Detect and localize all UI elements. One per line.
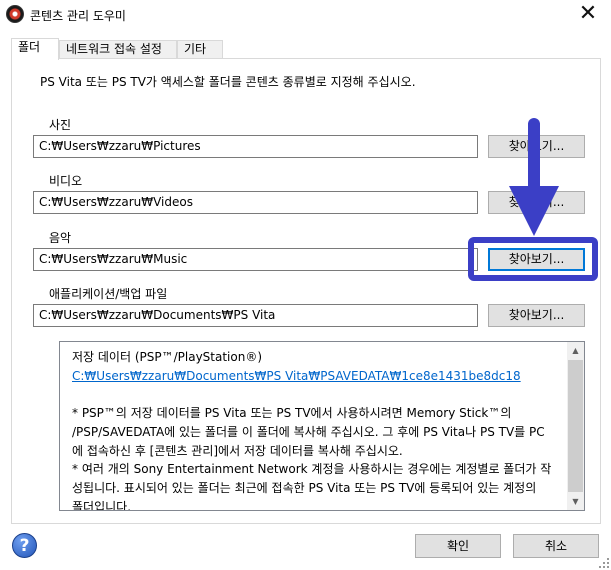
save-data-info-box[interactable]: 저장 데이터 (PSP™/PlayStation®) C:₩Users₩zzar…: [59, 341, 585, 511]
close-icon[interactable]: ✕: [565, 0, 611, 30]
info-para2-line1: * 여러 개의 Sony Entertainment Network 계정을 사…: [72, 462, 552, 477]
tab-folder[interactable]: 폴더: [11, 38, 59, 60]
ok-button[interactable]: 확인: [415, 534, 501, 558]
window-title: 콘텐츠 관리 도우미: [30, 9, 126, 23]
cancel-button[interactable]: 취소: [513, 534, 599, 558]
info-para1-line3: 에 접속하신 후 [콘텐츠 관리]에서 저장 데이터를 복사해 주십시오.: [72, 443, 403, 458]
info-para1-line1: * PSP™의 저장 데이터를 PS Vita 또는 PS TV에서 사용하시려…: [72, 406, 512, 421]
app-icon: [6, 5, 24, 23]
scroll-up-icon[interactable]: ▲: [567, 342, 584, 359]
annotation-highlight-box: [468, 237, 598, 281]
applications-label: 애플리케이션/백업 파일: [49, 287, 168, 301]
scroll-down-icon[interactable]: ▼: [567, 493, 584, 510]
info-content: 저장 데이터 (PSP™/PlayStation®) C:₩Users₩zzar…: [72, 348, 564, 511]
pictures-label: 사진: [49, 118, 72, 132]
info-para2-line3: 폴더입니다.: [72, 499, 132, 511]
title-bar: 콘텐츠 관리 도우미 ✕: [0, 0, 611, 30]
info-scrollbar[interactable]: ▲ ▼: [567, 342, 584, 510]
videos-path-field[interactable]: C:₩Users₩zzaru₩Videos: [33, 191, 478, 214]
videos-label: 비디오: [49, 174, 83, 188]
music-path-field[interactable]: C:₩Users₩zzaru₩Music: [33, 248, 478, 271]
arrow-down-icon: [509, 118, 559, 236]
pictures-path-field[interactable]: C:₩Users₩zzaru₩Pictures: [33, 135, 478, 158]
scroll-thumb[interactable]: [568, 360, 583, 492]
music-label: 음악: [49, 231, 72, 245]
help-icon[interactable]: ?: [12, 533, 37, 558]
info-para2-line2: 성됩니다. 표시되어 있는 폴더는 최근에 접속한 PS Vita 또는 PS …: [72, 480, 537, 495]
resize-grip-icon[interactable]: [599, 558, 609, 568]
info-para1-line2: /PSP/SAVEDATA에 있는 폴더를 이 폴더에 복사해 주십시오. 그 …: [72, 424, 545, 439]
info-heading: 저장 데이터 (PSP™/PlayStation®): [72, 350, 263, 364]
save-data-path-link[interactable]: C:₩Users₩zzaru₩Documents₩PS Vita₩PSAVEDA…: [72, 367, 564, 386]
applications-browse-button[interactable]: 찾아보기...: [488, 304, 585, 327]
tab-network-settings[interactable]: 네트워크 접속 설정: [59, 40, 177, 59]
instruction-text: PS Vita 또는 PS TV가 액세스할 폴더를 콘텐츠 종류별로 지정해 …: [40, 75, 416, 89]
applications-path-field[interactable]: C:₩Users₩zzaru₩Documents₩PS Vita: [33, 304, 478, 327]
tab-other[interactable]: 기타: [177, 40, 223, 59]
